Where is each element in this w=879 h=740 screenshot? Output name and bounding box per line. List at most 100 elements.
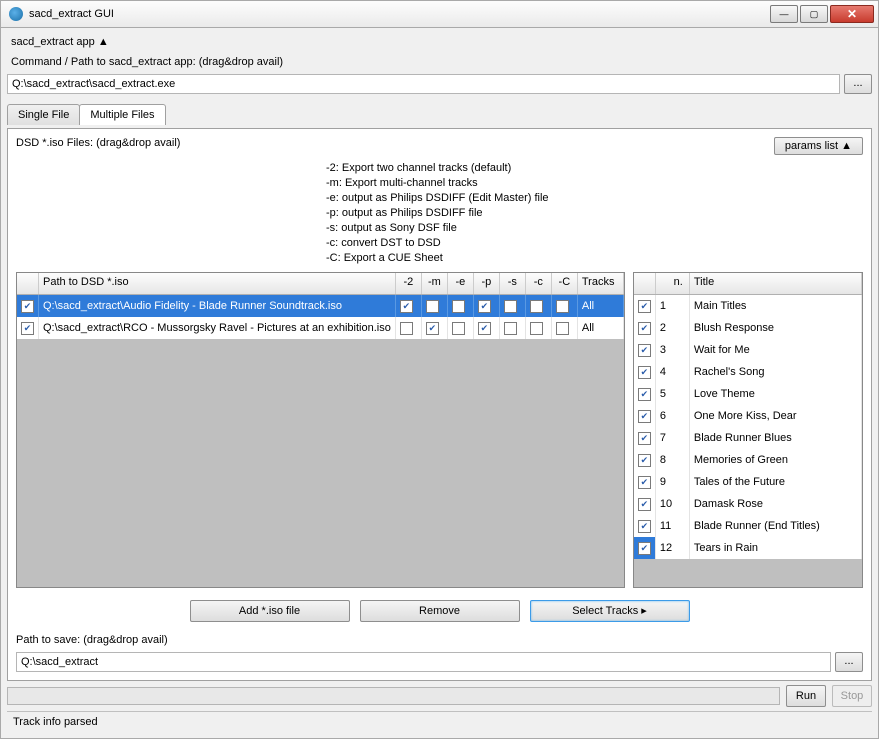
track-title: Main Titles [690, 295, 862, 317]
track-number: 4 [656, 361, 690, 383]
track-title: Tears in Rain [690, 537, 862, 559]
track-row[interactable]: 3 Wait for Me [634, 339, 862, 361]
track-row[interactable]: 7 Blade Runner Blues [634, 427, 862, 449]
add-iso-button[interactable]: Add *.iso file [190, 600, 350, 622]
col-tracks[interactable]: Tracks [578, 273, 624, 294]
track-title: Blush Response [690, 317, 862, 339]
flag-checkbox[interactable] [426, 300, 439, 313]
track-title: Tales of the Future [690, 471, 862, 493]
params-list-button[interactable]: params list ▲ [774, 137, 863, 155]
progress-bar [7, 687, 780, 705]
tracks-cell: All [578, 317, 624, 339]
flag-checkbox[interactable] [504, 300, 517, 313]
track-title: Wait for Me [690, 339, 862, 361]
track-checkbox[interactable] [638, 366, 651, 379]
col-m[interactable]: -m [422, 273, 448, 294]
params-help-text: -2: Export two channel tracks (default)-… [326, 161, 863, 266]
track-checkbox[interactable] [638, 454, 651, 467]
track-number: 12 [656, 537, 690, 559]
tracks-grid: n. Title 1 Main Titles 2 Blush Response … [633, 272, 863, 588]
flag-checkbox[interactable] [556, 300, 569, 313]
iso-path: Q:\sacd_extract\Audio Fidelity - Blade R… [39, 295, 396, 317]
flag-checkbox[interactable] [530, 322, 543, 335]
flag-checkbox[interactable] [478, 322, 491, 335]
col-e[interactable]: -e [448, 273, 474, 294]
dsd-files-label: DSD *.iso Files: (drag&drop avail) [16, 137, 180, 149]
tab-multiple-files[interactable]: Multiple Files [79, 104, 165, 125]
col-2[interactable]: -2 [396, 273, 422, 294]
iso-row[interactable]: Q:\sacd_extract\RCO - Mussorgsky Ravel -… [17, 317, 624, 339]
iso-path: Q:\sacd_extract\RCO - Mussorgsky Ravel -… [39, 317, 396, 339]
track-checkbox[interactable] [638, 542, 651, 555]
flag-checkbox[interactable] [452, 300, 465, 313]
cmd-path-input[interactable] [7, 74, 840, 94]
track-checkbox[interactable] [638, 520, 651, 533]
track-checkbox[interactable] [638, 388, 651, 401]
col-c[interactable]: -c [526, 273, 552, 294]
track-checkbox[interactable] [638, 344, 651, 357]
track-number: 8 [656, 449, 690, 471]
col-n[interactable]: n. [656, 273, 690, 294]
window-title: sacd_extract GUI [29, 8, 770, 20]
remove-button[interactable]: Remove [360, 600, 520, 622]
col-s[interactable]: -s [500, 273, 526, 294]
track-title: Rachel's Song [690, 361, 862, 383]
track-checkbox[interactable] [638, 300, 651, 313]
iso-row[interactable]: Q:\sacd_extract\Audio Fidelity - Blade R… [17, 295, 624, 317]
track-row[interactable]: 10 Damask Rose [634, 493, 862, 515]
track-number: 3 [656, 339, 690, 361]
track-checkbox[interactable] [638, 432, 651, 445]
cmd-path-label: Command / Path to sacd_extract app: (dra… [7, 54, 872, 70]
track-checkbox[interactable] [638, 410, 651, 423]
flag-checkbox[interactable] [426, 322, 439, 335]
tab-single-file[interactable]: Single File [7, 104, 80, 125]
col-C[interactable]: -C [552, 273, 578, 294]
track-number: 2 [656, 317, 690, 339]
track-row[interactable]: 12 Tears in Rain [634, 537, 862, 559]
save-path-input[interactable] [16, 652, 831, 672]
iso-files-grid: Path to DSD *.iso -2 -m -e -p -s -c -C T… [16, 272, 625, 588]
flag-checkbox[interactable] [400, 322, 413, 335]
track-number: 5 [656, 383, 690, 405]
minimize-button[interactable]: — [770, 5, 798, 23]
track-number: 1 [656, 295, 690, 317]
browse-cmd-button[interactable]: ... [844, 74, 872, 94]
track-number: 6 [656, 405, 690, 427]
track-number: 11 [656, 515, 690, 537]
track-row[interactable]: 1 Main Titles [634, 295, 862, 317]
track-row[interactable]: 8 Memories of Green [634, 449, 862, 471]
track-title: Blade Runner (End Titles) [690, 515, 862, 537]
track-number: 7 [656, 427, 690, 449]
track-title: One More Kiss, Dear [690, 405, 862, 427]
select-tracks-button[interactable]: Select Tracks ▸ [530, 600, 690, 622]
flag-checkbox[interactable] [556, 322, 569, 335]
col-path[interactable]: Path to DSD *.iso [39, 273, 396, 294]
maximize-button[interactable]: ▢ [800, 5, 828, 23]
row-checkbox[interactable] [21, 322, 34, 335]
track-title: Love Theme [690, 383, 862, 405]
status-bar: Track info parsed [7, 711, 872, 732]
flag-checkbox[interactable] [478, 300, 491, 313]
titlebar: sacd_extract GUI — ▢ ✕ [0, 0, 879, 28]
track-title: Blade Runner Blues [690, 427, 862, 449]
flag-checkbox[interactable] [452, 322, 465, 335]
flag-checkbox[interactable] [504, 322, 517, 335]
track-checkbox[interactable] [638, 476, 651, 489]
track-checkbox[interactable] [638, 322, 651, 335]
col-p[interactable]: -p [474, 273, 500, 294]
track-row[interactable]: 6 One More Kiss, Dear [634, 405, 862, 427]
flag-checkbox[interactable] [400, 300, 413, 313]
track-number: 10 [656, 493, 690, 515]
browse-save-button[interactable]: ... [835, 652, 863, 672]
close-button[interactable]: ✕ [830, 5, 874, 23]
track-row[interactable]: 11 Blade Runner (End Titles) [634, 515, 862, 537]
track-row[interactable]: 9 Tales of the Future [634, 471, 862, 493]
flag-checkbox[interactable] [530, 300, 543, 313]
track-checkbox[interactable] [638, 498, 651, 511]
run-button[interactable]: Run [786, 685, 826, 707]
row-checkbox[interactable] [21, 300, 34, 313]
col-title[interactable]: Title [690, 273, 862, 294]
track-row[interactable]: 2 Blush Response [634, 317, 862, 339]
track-row[interactable]: 4 Rachel's Song [634, 361, 862, 383]
track-row[interactable]: 5 Love Theme [634, 383, 862, 405]
